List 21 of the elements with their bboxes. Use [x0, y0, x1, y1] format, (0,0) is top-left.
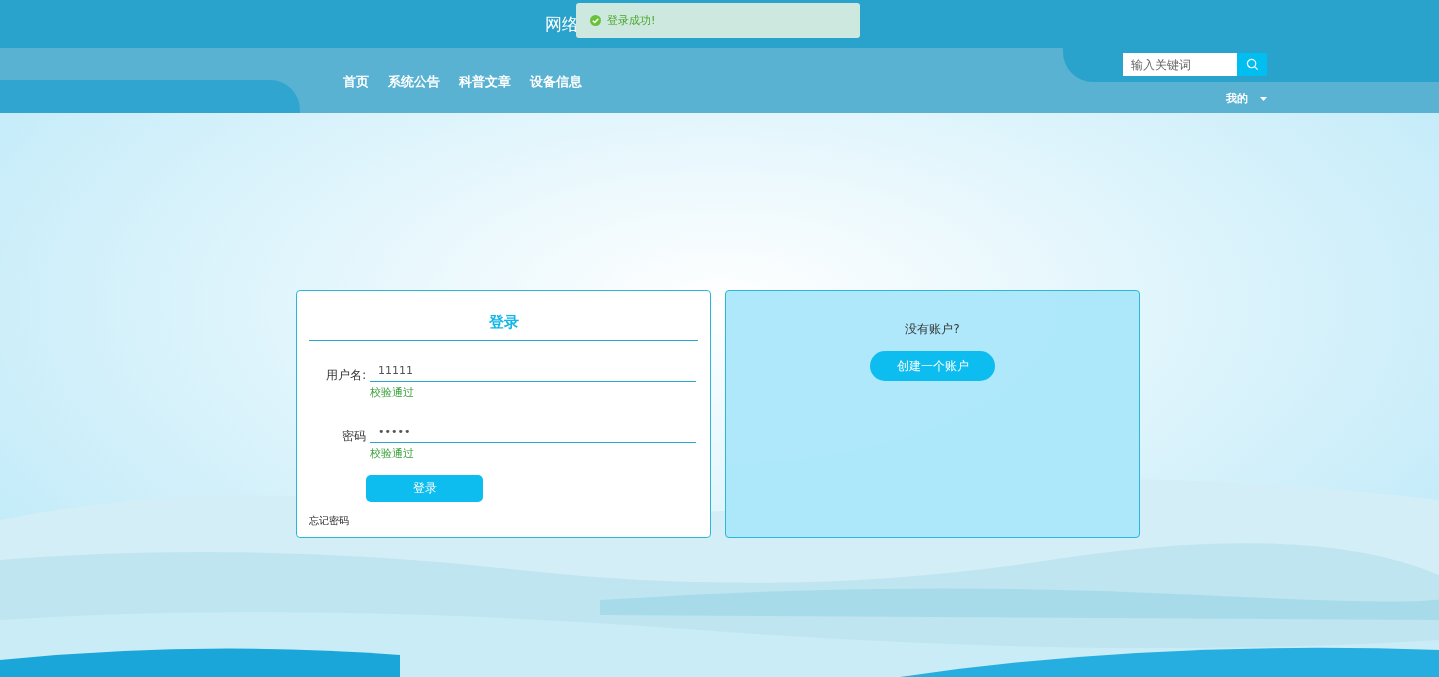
field-label: 用户名:: [325, 367, 366, 383]
check-circle-icon: [590, 15, 601, 26]
search-icon: [1245, 58, 1259, 71]
login-title: 登录: [309, 303, 698, 341]
forgot-password-link[interactable]: 忘记密码: [309, 514, 349, 528]
register-prompt: 没有账户?: [905, 322, 960, 337]
search-field[interactable]: 输入关键词: [1123, 53, 1237, 76]
nav-link[interactable]: 系统公告: [388, 74, 440, 91]
search-button[interactable]: [1237, 53, 1267, 76]
validation-message: 校验通过: [370, 447, 415, 461]
toast-message: 登录成功!: [607, 13, 656, 28]
create-account-button[interactable]: 创建一个账户: [870, 351, 995, 381]
nav-link[interactable]: 设备信息: [530, 74, 582, 91]
field-label: 密码: [341, 428, 366, 444]
site-title: 网络: [545, 12, 579, 36]
validation-message: 校验通过: [370, 386, 415, 400]
user-menu[interactable]: 我的: [1226, 91, 1267, 106]
nav-link[interactable]: 科普文章: [459, 74, 511, 91]
nav-link[interactable]: 首页: [343, 74, 369, 91]
caret-icon: [1260, 96, 1267, 101]
login-button[interactable]: 登录: [366, 475, 483, 502]
